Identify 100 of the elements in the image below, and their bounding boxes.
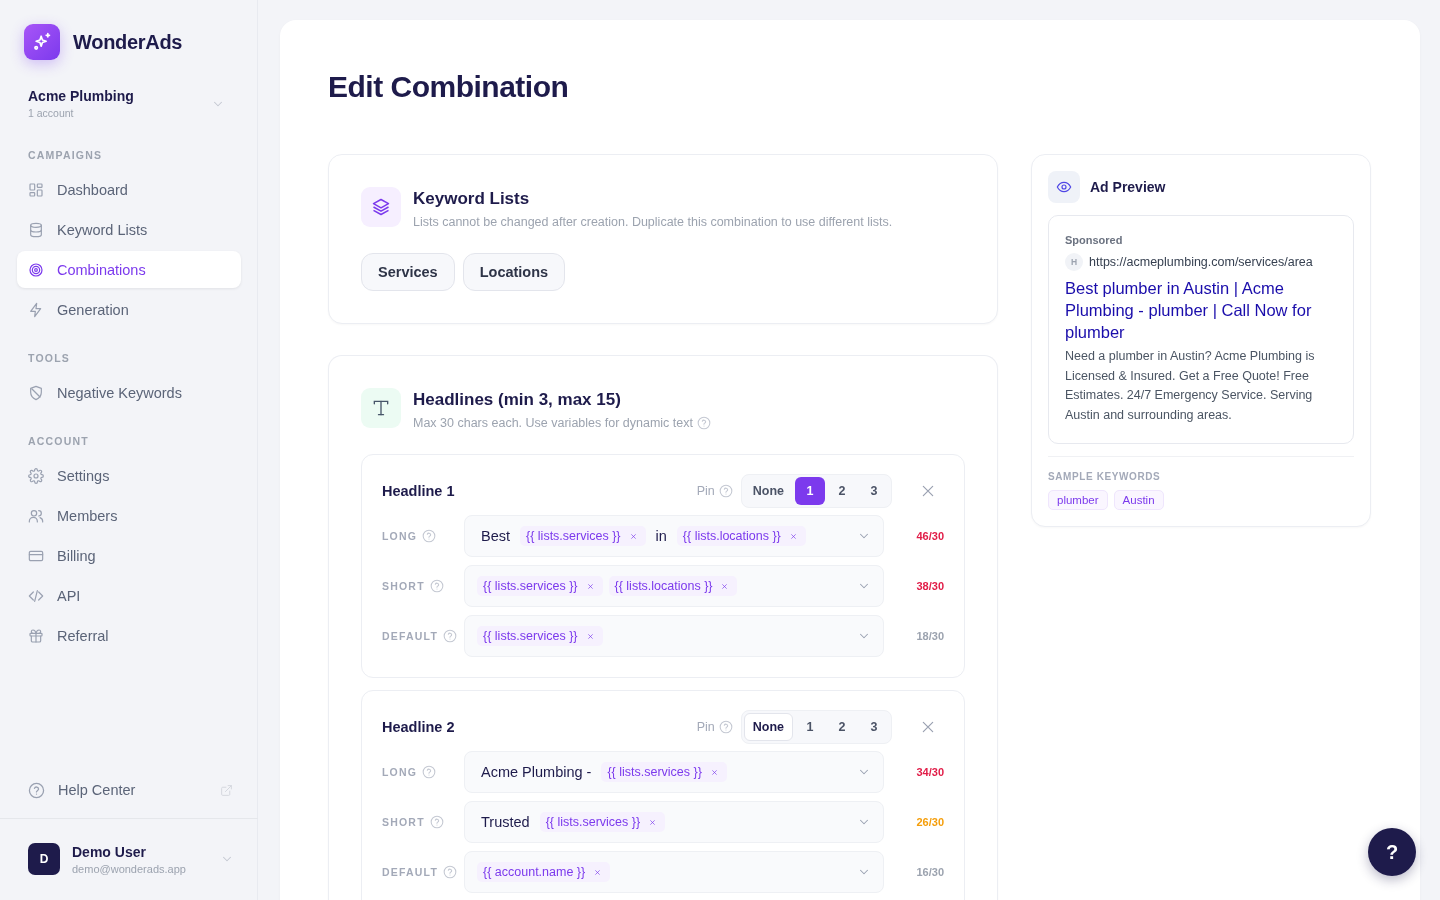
field-label: DEFAULT [382,630,439,642]
help-icon [718,484,733,498]
headline-input[interactable]: Acme Plumbing - {{ lists.services }} [464,751,884,793]
brand-name: WonderAds [73,30,183,54]
help-icon [443,629,458,643]
variable-chip[interactable]: {{ lists.services }} [539,812,666,832]
card-title: Headlines (min 3, max 15) [413,390,622,410]
remove-icon [709,767,719,777]
keyword-tag: Austin [1113,490,1164,510]
keyword-list-chip[interactable]: Locations [462,253,566,291]
card-description: Max 30 chars each. Use variables for dynamic text [413,416,693,430]
card-title: Ad Preview [1090,179,1166,195]
remove-icon [788,531,798,541]
variable-chip[interactable]: {{ lists.services }} [601,762,727,782]
pin-option[interactable]: 3 [859,713,889,741]
nav-item[interactable]: Keyword Lists [17,211,241,248]
remove-icon [628,531,638,541]
remove-icon [593,867,603,877]
nav-item[interactable]: Generation [17,291,241,328]
eye-icon [1048,171,1080,203]
variable-chip[interactable]: {{ lists.locations }} [608,576,738,596]
nav-item[interactable]: Negative Keywords [17,374,241,411]
character-count: 46/30 [915,530,944,542]
headline-title: Headline 1 [382,483,456,499]
gift-icon [28,627,44,644]
pin-label: Pin [696,484,715,498]
field-label: SHORT [382,816,425,828]
user-email: demo@wonderads.app [72,862,187,875]
nav-item[interactable]: Members [17,497,241,534]
layers-icon [361,187,401,227]
keyword-tag: plumber [1048,490,1108,510]
code-icon [28,587,44,604]
card-title: Keyword Lists [413,189,531,209]
pin-option[interactable]: 1 [795,713,825,741]
variable-chip[interactable]: {{ lists.services }} [477,626,603,646]
section-heading: ACCOUNT [28,435,90,447]
target-icon [28,261,44,278]
field-label: LONG [382,530,418,542]
user-name: Demo User [72,843,147,860]
remove-icon [648,817,658,827]
help-icon [429,815,444,829]
nav-item[interactable]: Referral [17,617,241,654]
ad-headline: Best plumber in Austin | Acme Plumbing - plumber | Call Now for plumber [1065,278,1313,343]
headline-input[interactable]: {{ account.name }} [464,851,884,893]
headline-input[interactable]: Trusted {{ lists.services }} [464,801,884,843]
headline-title: Headline 2 [382,719,456,735]
pin-option[interactable]: 1 [795,477,825,505]
headline-input[interactable]: {{ lists.services }} [464,615,884,657]
nav-item[interactable]: Combinations [17,251,241,288]
headline-input[interactable]: Best {{ lists.services }} in {{ lists.locations }} [464,515,884,557]
text-icon [361,388,401,428]
character-count: 18/30 [915,630,944,642]
settings-icon [28,467,44,484]
remove-icon [585,581,595,591]
external-link-icon [220,783,233,797]
pin-option[interactable]: 2 [827,713,857,741]
variable-chip[interactable]: {{ lists.services }} [520,526,646,546]
field-label: SHORT [382,580,425,592]
headline-input[interactable]: {{ lists.services }} {{ lists.locations }} [464,565,884,607]
logo-icon [24,24,60,60]
page-title: Edit Combination [328,69,570,105]
help-icon [697,416,711,430]
nav-item[interactable]: Dashboard [17,171,241,208]
input-text: Acme Plumbing - [480,764,593,780]
help-icon [718,720,733,734]
help-icon [28,781,45,799]
remove-icon [585,631,595,641]
variable-chip[interactable]: {{ lists.locations }} [676,526,806,546]
remove-icon [720,581,730,591]
help-icon [422,529,437,543]
close-icon [920,719,936,735]
variable-chip[interactable]: {{ account.name }} [477,862,611,882]
nav-item[interactable]: API [17,577,241,614]
dashboard-icon [28,181,44,198]
input-text: in [654,528,668,544]
database-icon [28,221,44,238]
account-switcher[interactable]: Acme Plumbing 1 account [16,84,237,123]
user-menu[interactable]: D Demo User demo@wonderads.app [0,818,258,900]
section-heading: TOOLS [28,352,71,364]
sponsored-label: Sponsored [1065,234,1124,246]
input-text: Best [480,528,511,544]
pin-option[interactable]: 2 [827,477,857,505]
card-description: Lists cannot be changed after creation. Duplicate this combination to use different lists. [413,215,893,229]
pin-option[interactable]: 3 [859,477,889,505]
pin-option[interactable]: None [743,477,793,505]
field-label: LONG [382,766,418,778]
pin-option[interactable]: None [743,713,793,741]
character-count: 38/30 [915,580,944,592]
close-icon [920,483,936,499]
favicon: H [1065,253,1083,271]
keyword-list-chip[interactable]: Services [361,253,455,291]
help-center-link[interactable]: Help Center [28,778,233,802]
variable-chip[interactable]: {{ lists.services }} [477,576,603,596]
nav-item[interactable]: Settings [17,457,241,494]
help-icon [429,579,444,593]
help-icon [443,865,458,879]
nav-item[interactable]: Billing [17,537,241,574]
character-count: 26/30 [915,816,944,828]
account-name: Acme Plumbing [28,88,134,104]
account-count: 1 account [28,107,75,119]
